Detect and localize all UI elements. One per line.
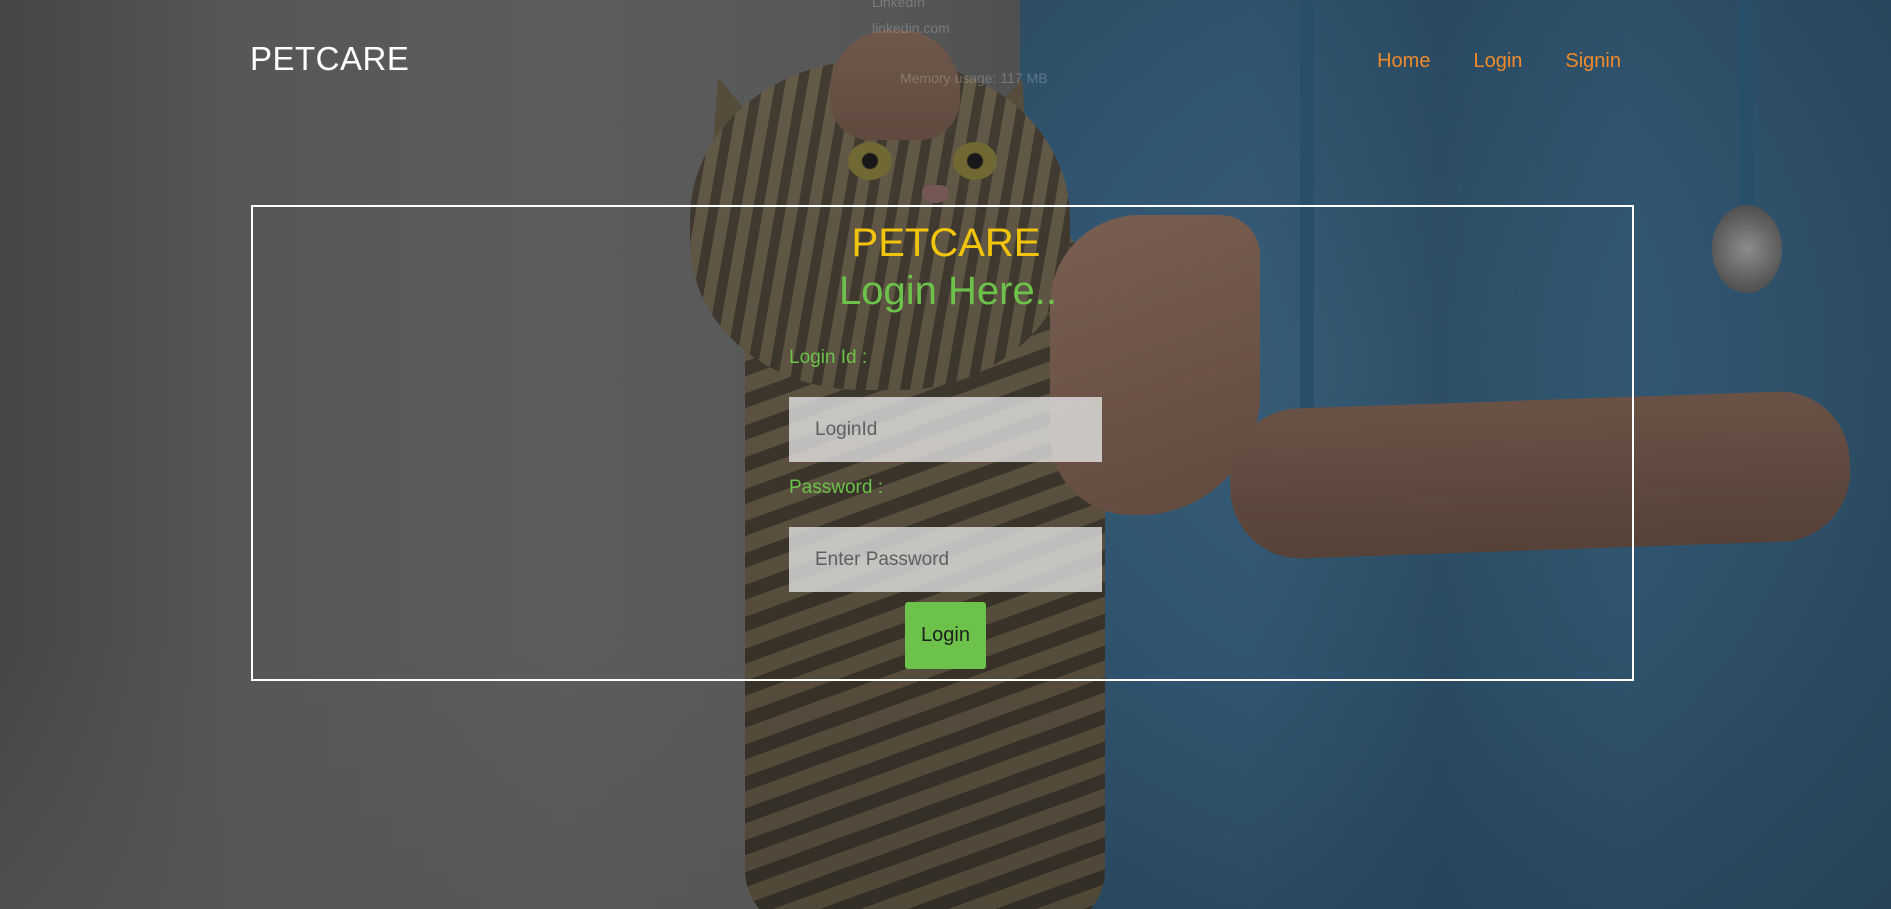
- nav-login[interactable]: Login: [1473, 50, 1522, 73]
- ghost-text-line3: Memory usage: 117 MB: [900, 70, 1048, 86]
- login-panel: PETCARE Login Here.. Login Id : Password…: [251, 205, 1634, 681]
- login-panel-brand: PETCARE: [851, 221, 1041, 265]
- nav-signin[interactable]: Signin: [1565, 50, 1621, 73]
- password-input[interactable]: [789, 527, 1102, 592]
- ghost-text-line1: LinkedIn: [872, 0, 925, 10]
- login-id-label: Login Id :: [789, 347, 868, 368]
- ghost-text-line2: linkedin.com: [872, 20, 950, 36]
- nav-home[interactable]: Home: [1377, 50, 1430, 73]
- login-panel-title: Login Here..: [839, 269, 1057, 313]
- login-button[interactable]: Login: [905, 602, 986, 669]
- password-label: Password :: [789, 477, 883, 498]
- site-brand[interactable]: PETCARE: [250, 40, 409, 78]
- login-id-input[interactable]: [789, 397, 1102, 462]
- top-nav: Home Login Signin: [1377, 50, 1621, 73]
